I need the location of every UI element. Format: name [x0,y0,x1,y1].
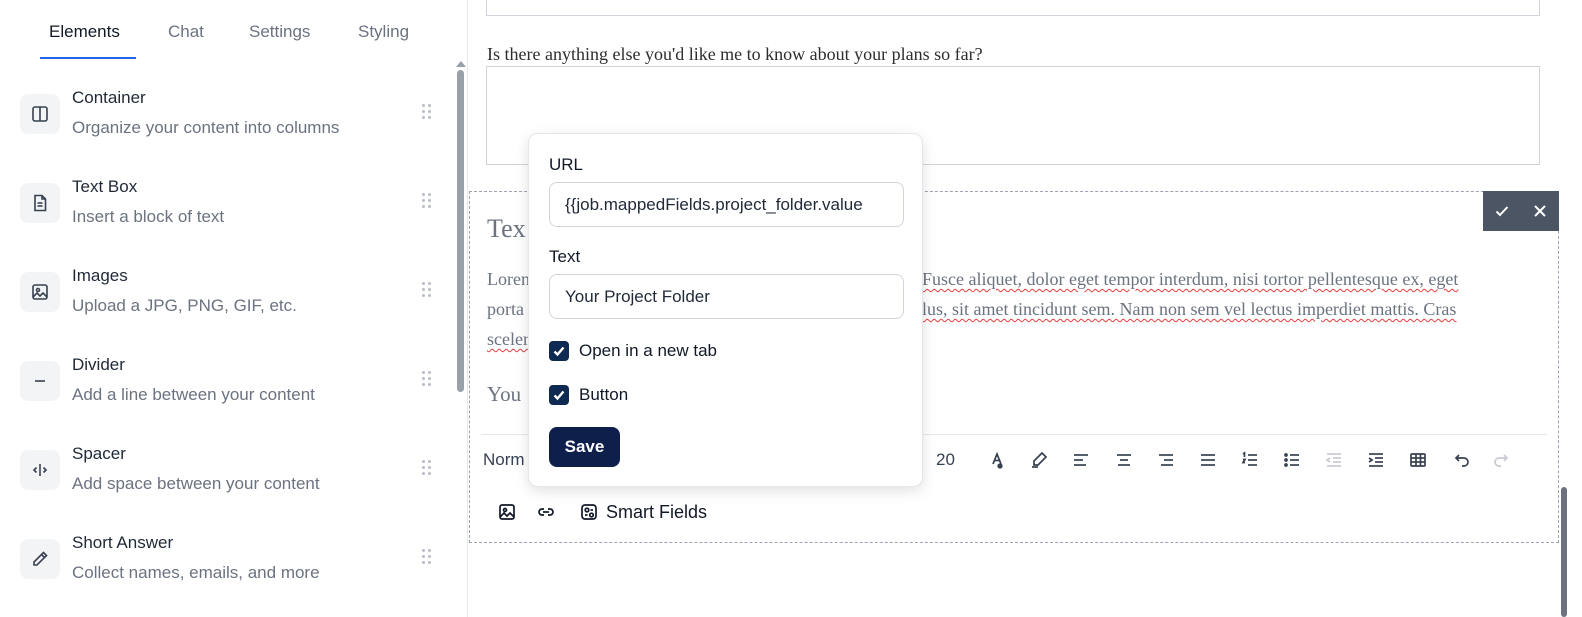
element-title: Container [72,88,146,107]
text-color-icon[interactable] [986,449,1008,471]
element-images[interactable]: Images Upload a JPG, PNG, GIF, etc. [20,258,440,328]
text-label: Text [549,247,581,266]
element-description: Upload a JPG, PNG, GIF, etc. [72,296,297,315]
sidebar-scrollbar[interactable] [457,70,464,392]
drag-handle-icon[interactable] [422,193,434,211]
para-line-2-end: lus, sit amet tincidunt sem. Nam non sem… [922,299,1457,319]
element-divider[interactable]: Divider Add a line between your content [20,347,440,417]
editor-confirm-bar [1483,191,1559,231]
element-text-box[interactable]: Text Box Insert a block of text [20,169,440,239]
align-justify-icon[interactable] [1197,449,1219,471]
table-icon[interactable] [1407,449,1429,471]
spacer-icon [20,450,60,490]
smart-fields-button[interactable]: Smart Fields [606,502,707,523]
drag-handle-icon[interactable] [422,460,434,478]
undo-icon[interactable] [1450,449,1472,471]
redo-icon[interactable] [1491,449,1513,471]
link-icon[interactable] [535,501,557,523]
tab-settings[interactable]: Settings [249,22,310,42]
checkmark-icon [553,390,565,401]
checkmark-icon [553,346,565,357]
insert-image-icon[interactable] [496,501,518,523]
link-popover: URL Text Open in a new tab Button Save [528,133,923,487]
button-style-checkbox[interactable]: Button [549,385,628,405]
element-title: Divider [72,355,125,374]
pencil-icon [20,539,60,579]
text-input[interactable] [549,274,904,319]
text-style-select[interactable]: Norm [483,450,525,470]
indent-icon[interactable] [1365,449,1387,471]
highlight-icon[interactable] [1028,449,1050,471]
outdent-icon[interactable] [1323,449,1345,471]
element-description: Insert a block of text [72,207,225,226]
button-label: Button [579,385,629,404]
editor-link-text[interactable]: You [487,382,521,407]
image-icon [20,272,60,312]
columns-icon [20,94,60,134]
align-center-icon[interactable] [1113,449,1135,471]
font-size-select[interactable]: 20 [936,450,955,470]
checkbox-checked[interactable] [549,385,569,405]
editor-heading[interactable]: Tex [487,214,526,244]
ordered-list-icon[interactable] [1239,449,1261,471]
para-line-1-end: Fusce aliquet, dolor eget tempor interdu… [922,269,1459,289]
element-spacer[interactable]: Spacer Add space between your content [20,436,440,506]
tab-chat[interactable]: Chat [168,22,204,42]
element-container[interactable]: Container Organize your content into col… [20,80,440,150]
element-title: Short Answer [72,533,174,552]
checkbox-checked[interactable] [549,341,569,361]
sidebar-tabs: Elements Chat Settings Styling [0,0,468,62]
drag-handle-icon[interactable] [422,371,434,389]
url-input[interactable] [549,182,904,227]
open-new-tab-label: Open in a new tab [579,341,717,360]
tab-elements[interactable]: Elements [49,22,120,42]
canvas-scrollbar[interactable] [1561,487,1567,617]
align-right-icon[interactable] [1155,449,1177,471]
element-description: Collect names, emails, and more [72,563,320,582]
para-line-3-start: sceler [487,329,529,349]
save-button[interactable]: Save [549,427,620,467]
drag-handle-icon[interactable] [422,104,434,122]
close-icon[interactable] [1521,191,1559,231]
minus-icon [20,361,60,401]
drag-handle-icon[interactable] [422,549,434,567]
question-label: Is there anything else you'd like me to … [487,44,983,64]
open-new-tab-checkbox[interactable]: Open in a new tab [549,341,717,361]
element-description: Add space between your content [72,474,320,493]
align-left-icon[interactable] [1070,449,1092,471]
element-title: Spacer [72,444,126,463]
tab-styling[interactable]: Styling [358,22,409,42]
element-short-answer[interactable]: Short Answer Collect names, emails, and … [20,525,440,595]
elements-sidebar: Elements Chat Settings Styling Container… [0,0,468,617]
para-line-1-start: Loren [487,269,530,289]
drag-handle-icon[interactable] [422,282,434,300]
scroll-up-arrow-icon[interactable] [456,61,466,67]
document-icon [20,183,60,223]
url-label: URL [549,155,584,174]
element-description: Add a line between your content [72,385,315,404]
bullet-list-icon[interactable] [1281,449,1303,471]
element-description: Organize your content into columns [72,118,340,137]
active-tab-indicator [40,57,136,59]
para-line-2-start: porta [487,299,524,319]
element-title: Images [72,266,128,285]
smart-fields-icon[interactable] [578,501,600,523]
previous-answer-box[interactable] [486,0,1540,16]
element-title: Text Box [72,177,138,196]
check-icon[interactable] [1483,191,1521,231]
